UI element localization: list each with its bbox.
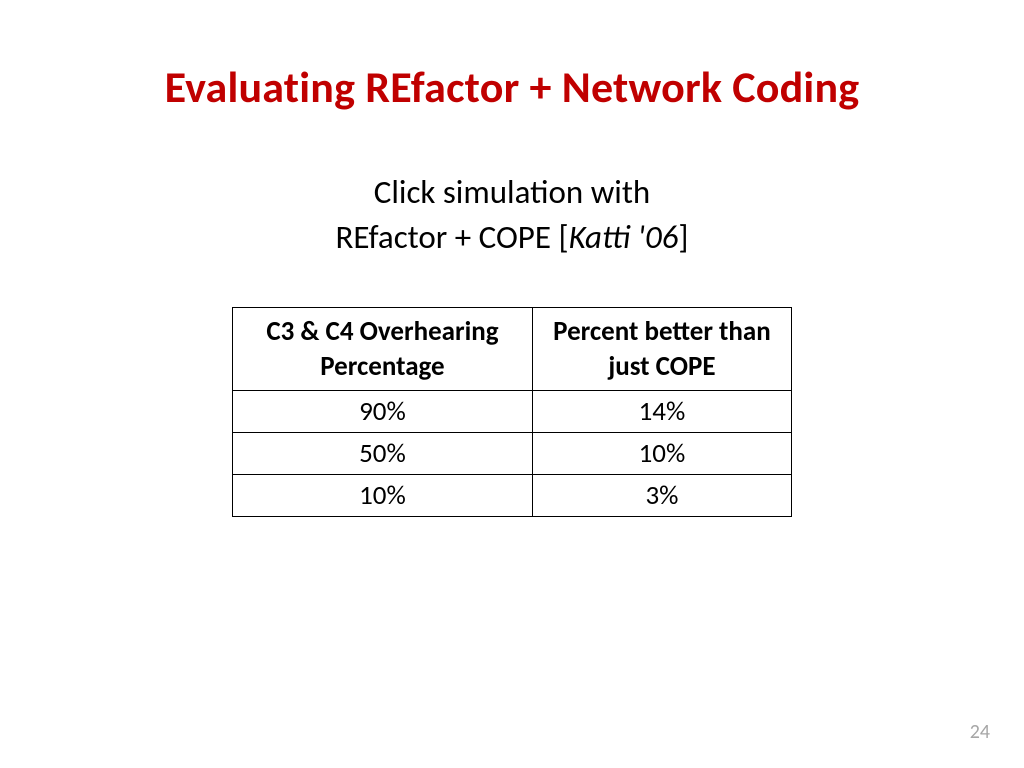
results-table: C3 & C4 Overhearing Percentage Percent b… [232, 307, 792, 517]
cell-overhearing: 90% [233, 391, 533, 433]
table-row: 50% 10% [233, 433, 792, 475]
slide: Evaluating REfactor + Network Coding Cli… [0, 0, 1024, 768]
cell-better: 14% [532, 391, 791, 433]
subtitle-line2-prefix: REfactor + COPE [335, 217, 558, 257]
header-overhearing: C3 & C4 Overhearing Percentage [233, 308, 533, 391]
page-number: 24 [970, 720, 990, 744]
table-header-row: C3 & C4 Overhearing Percentage Percent b… [233, 308, 792, 391]
header-better: Percent better than just COPE [532, 308, 791, 391]
bracket-open: [ [558, 217, 568, 257]
citation: Katti '06 [569, 217, 679, 257]
cell-better: 3% [532, 475, 791, 517]
table-row: 10% 3% [233, 475, 792, 517]
bracket-close: ] [678, 217, 688, 257]
table-row: 90% 14% [233, 391, 792, 433]
slide-subtitle: Click simulation with REfactor + COPE [K… [60, 170, 964, 259]
cell-overhearing: 10% [233, 475, 533, 517]
cell-overhearing: 50% [233, 433, 533, 475]
slide-title: Evaluating REfactor + Network Coding [60, 60, 964, 114]
subtitle-line1: Click simulation with [374, 172, 651, 212]
cell-better: 10% [532, 433, 791, 475]
